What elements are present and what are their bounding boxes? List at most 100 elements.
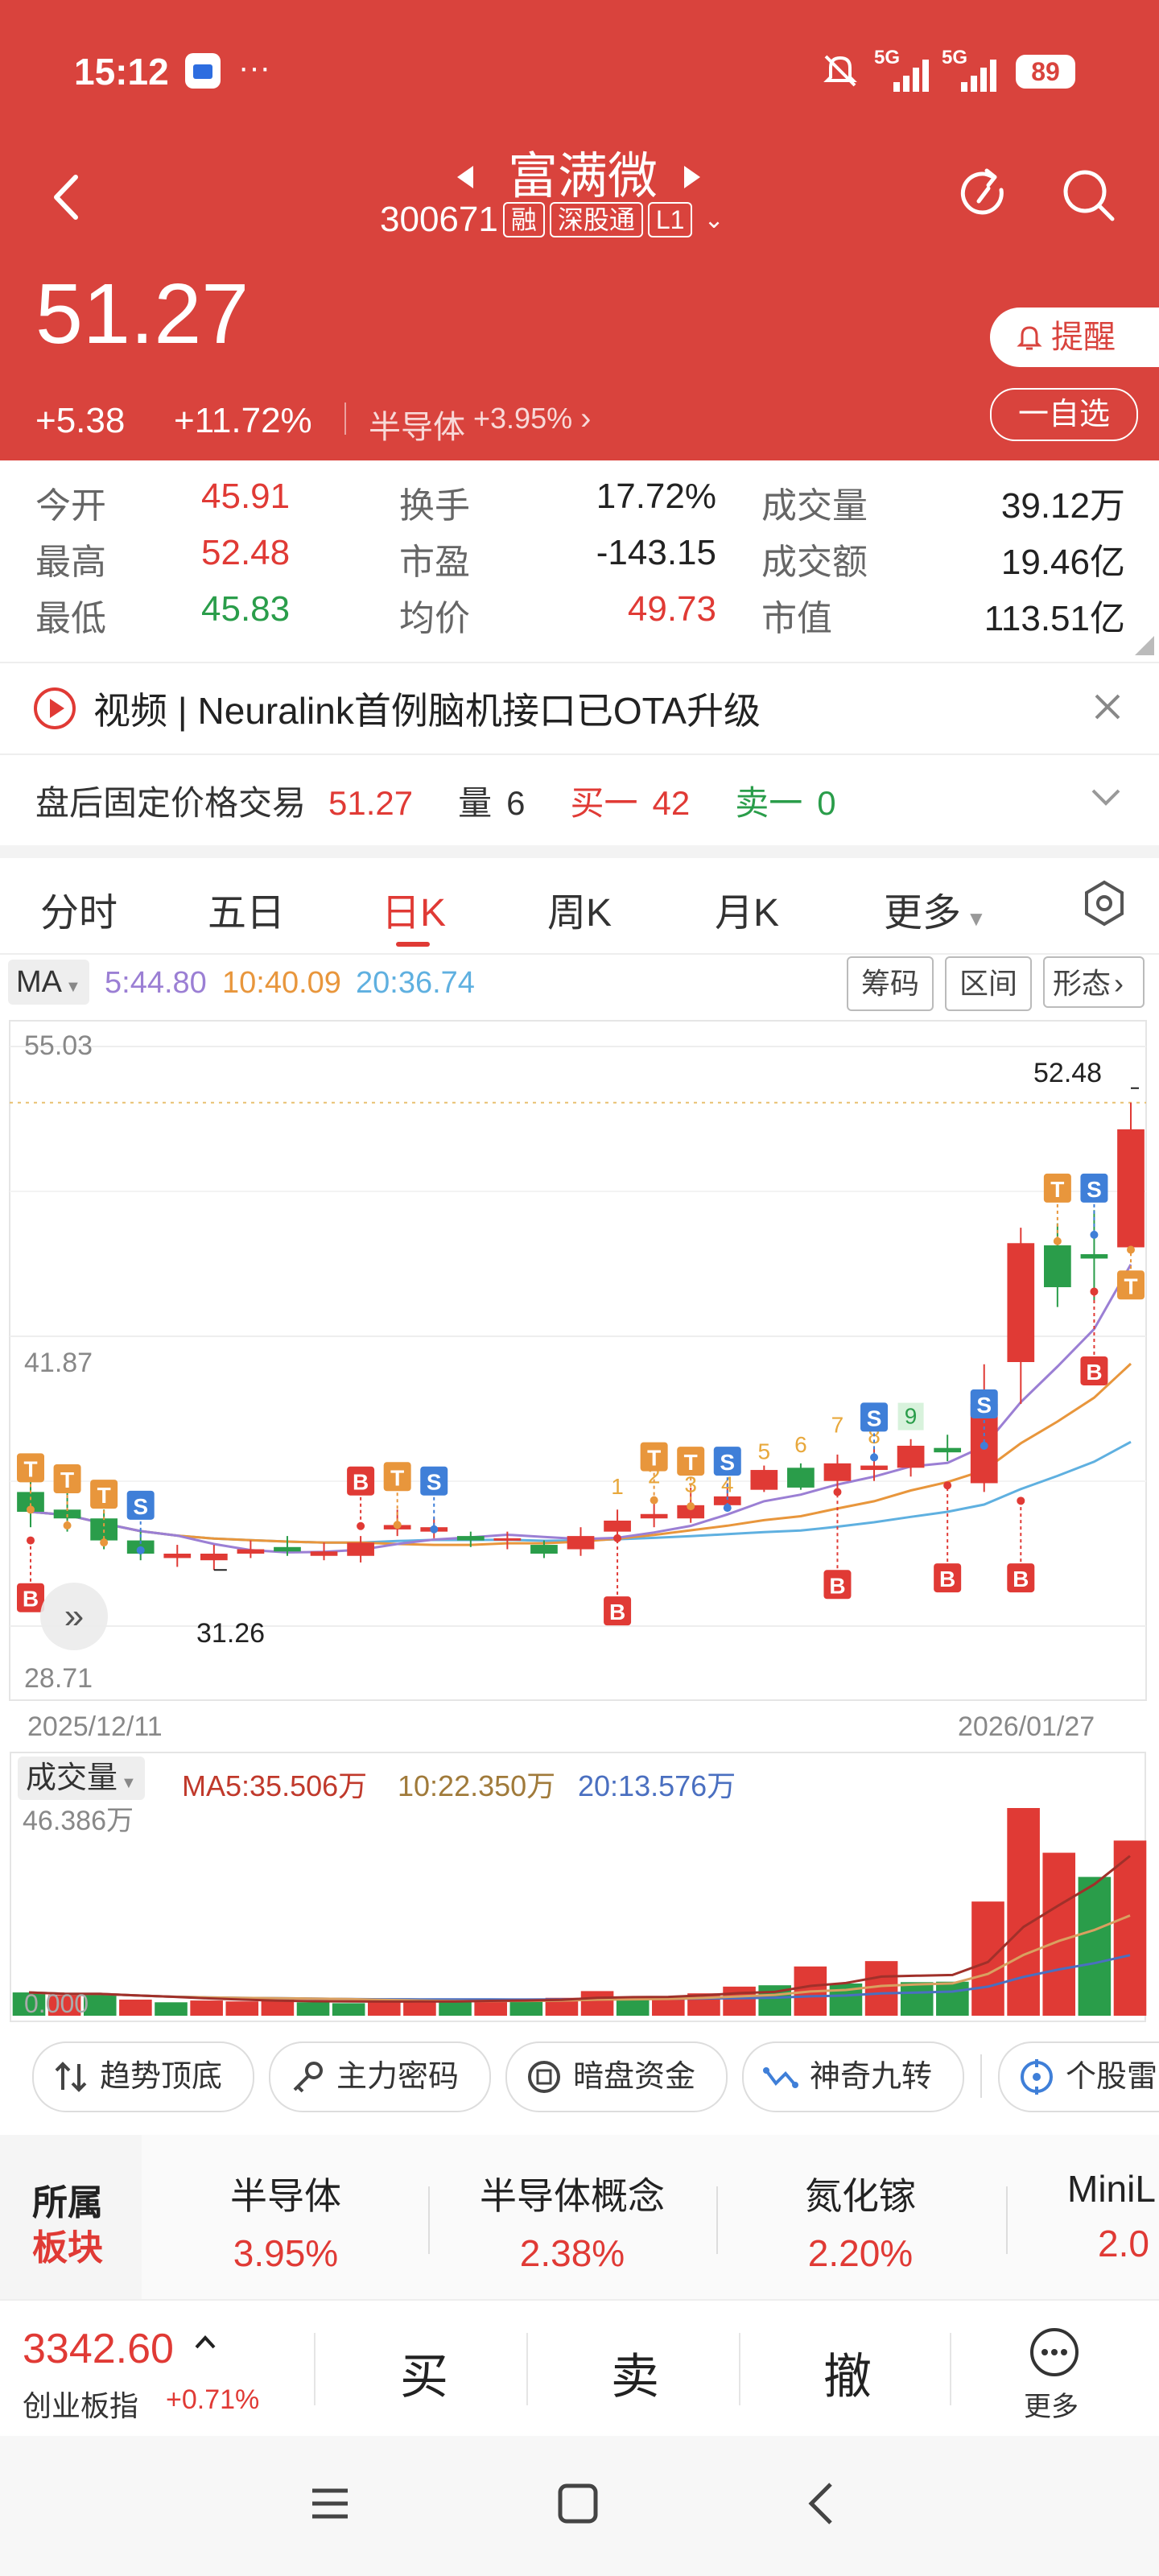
signal-badge: S <box>1080 1173 1108 1203</box>
chevron-down-icon: ⌄ <box>703 206 724 233</box>
expand-chart-icon[interactable]: » <box>40 1583 108 1650</box>
sector-item[interactable]: 氮化镓 2.20% <box>720 2167 1001 2275</box>
sector-item[interactable]: MiniL 2.0 <box>1067 2167 1159 2265</box>
candle-body <box>750 1470 778 1490</box>
chip-dark-pool-funds[interactable]: 暗盘资金 <box>505 2041 728 2112</box>
news-banner[interactable]: 视频 | Neuralink首例脑机接口已OTA升级 <box>0 663 1159 753</box>
chip-magic-nine-turns[interactable]: 神奇九转 <box>742 2041 964 2112</box>
volume-bar <box>1113 1840 1147 2016</box>
signal-badge: T <box>677 1447 705 1476</box>
candle-body <box>310 1551 338 1556</box>
buy-button[interactable]: 买 <box>319 2338 530 2408</box>
search-icon[interactable] <box>1059 166 1117 228</box>
signal-badge: B <box>934 1563 962 1593</box>
candles <box>17 1087 1145 1571</box>
signal-dot <box>136 1546 145 1554</box>
sector-link[interactable]: 半导体 +3.95% › <box>369 401 591 448</box>
divider <box>526 2333 528 2405</box>
tab-daily-k[interactable]: 日K <box>382 881 446 937</box>
sector-item-name: MiniL <box>1067 2168 1156 2210</box>
volume-bar <box>119 1999 152 2016</box>
chip-stock-mine[interactable]: 个股雷 <box>998 2041 1159 2112</box>
chips-button[interactable]: 筹码 <box>847 956 934 1011</box>
system-nav-bar <box>0 2436 1159 2576</box>
tab-intraday[interactable]: 分时 <box>40 881 118 937</box>
divider <box>0 753 1159 755</box>
signal-dot <box>100 1538 109 1547</box>
refresh-icon[interactable] <box>955 166 1011 226</box>
section-gap <box>0 845 1159 858</box>
more-label: 更多 <box>1024 2392 1079 2422</box>
pattern-button[interactable]: 形态 › <box>1043 956 1145 1008</box>
chip-trend-top-bottom[interactable]: 趋势顶底 <box>32 2041 254 2112</box>
chip-main-force-code[interactable]: 主力密码 <box>269 2041 491 2112</box>
more-icon[interactable] <box>1027 2325 1082 2384</box>
high-marker: 52.48 <box>1033 1058 1102 1088</box>
date-start: 2025/12/11 <box>27 1711 163 1742</box>
sector-item[interactable]: 半导体概念 2.38% <box>431 2167 713 2275</box>
index-value[interactable]: 3342.60 <box>23 2325 174 2373</box>
svg-text:B: B <box>1086 1360 1102 1385</box>
status-time: 15:12 <box>74 51 169 93</box>
signal-badge: T <box>90 1480 118 1509</box>
candle-body <box>604 1520 631 1532</box>
back-nav-icon[interactable] <box>800 2479 845 2532</box>
volume-bar <box>296 2002 330 2016</box>
stock-name: 富满微 <box>507 149 658 204</box>
after-hours-row[interactable]: 盘后固定价格交易 51.27 量 6 买一 42 卖一 0 <box>35 776 836 825</box>
price-change: +5.38 <box>35 401 126 440</box>
signal-dot <box>687 1502 695 1511</box>
quote-value: 113.51亿 <box>984 599 1125 638</box>
divider <box>950 2333 951 2405</box>
candle <box>347 1536 374 1563</box>
menu-icon[interactable] <box>307 2481 353 2530</box>
candlestick-chart[interactable]: TTTSBBTSB123456789TTSBSBSBTSTB 55.03 41.… <box>0 1014 1159 1755</box>
candle-body <box>787 1468 815 1488</box>
candle <box>1117 1102 1145 1249</box>
quote-value: 45.83 <box>201 589 291 629</box>
volume-bar <box>652 1997 685 2016</box>
signal-badge: B <box>604 1596 632 1626</box>
tab-more[interactable]: 更多 ▼ <box>884 881 987 937</box>
range-button[interactable]: 区间 <box>945 956 1032 1011</box>
ma10-value: 10:40.09 <box>222 966 341 1000</box>
tab-weekly-k[interactable]: 周K <box>547 881 612 937</box>
volume-bar <box>332 2003 365 2016</box>
cancel-order-button[interactable]: 撤 <box>742 2338 953 2408</box>
tab-five-day[interactable]: 五日 <box>208 881 285 937</box>
candle-body <box>347 1542 374 1556</box>
divider <box>314 2333 316 2405</box>
home-icon[interactable] <box>554 2479 602 2532</box>
sector-item[interactable]: 半导体 3.95% <box>145 2167 427 2275</box>
watchlist-button[interactable]: 一自选 <box>990 388 1138 441</box>
signal-badge: T <box>17 1453 44 1483</box>
close-icon[interactable] <box>1090 689 1125 729</box>
signal-dot <box>1090 1230 1099 1239</box>
badge-margin: 融 <box>502 202 545 237</box>
sector-item-name: 氮化镓 <box>805 2175 916 2217</box>
ma-selector[interactable]: MA ▼ <box>8 960 89 1005</box>
quote-label: 最低 <box>35 599 106 638</box>
next-stock-icon[interactable] <box>684 166 700 188</box>
signal-dot <box>1090 1287 1099 1296</box>
alert-button[interactable]: 提醒 <box>990 308 1159 367</box>
stock-code-row[interactable]: 300671 融 深股通 L1 ⌄ <box>380 200 724 240</box>
chevron-down-icon[interactable] <box>1088 781 1124 817</box>
volume-chart[interactable]: 0.000 <box>0 1752 1159 2025</box>
candle <box>567 1527 595 1556</box>
candle-body <box>1007 1243 1035 1363</box>
back-button[interactable] <box>47 171 87 228</box>
quote-value: 39.12万 <box>1000 486 1125 526</box>
svg-text:S: S <box>427 1470 442 1495</box>
signal-dot <box>1127 1245 1135 1254</box>
candle-body <box>200 1554 228 1561</box>
sell-button[interactable]: 卖 <box>530 2338 740 2408</box>
volume-bar <box>1007 1808 1040 2016</box>
candle <box>163 1545 192 1567</box>
settings-hex-icon[interactable] <box>1080 879 1128 931</box>
prev-stock-icon[interactable] <box>457 166 473 188</box>
tab-monthly-k[interactable]: 月K <box>715 881 779 937</box>
candle <box>17 1474 44 1528</box>
expand-corner-icon[interactable] <box>1135 636 1154 655</box>
signal-badge: B <box>1080 1356 1108 1385</box>
